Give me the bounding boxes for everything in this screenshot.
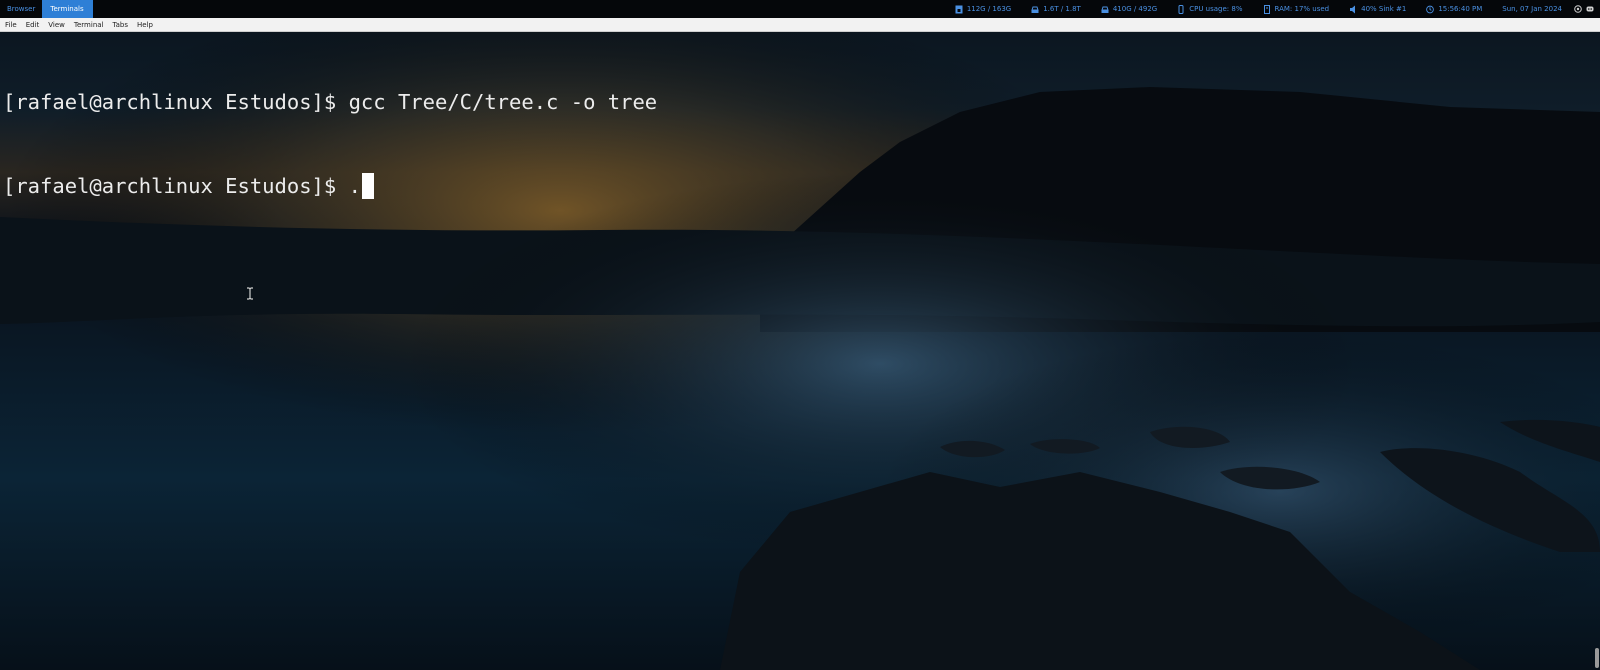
terminal-window[interactable]: [rafael@archlinux Estudos]$ gcc Tree/C/t…	[0, 32, 1600, 670]
disk-home-status: 112G / 163G	[955, 5, 1011, 14]
date-status: Sun, 07 Jan 2024	[1502, 5, 1562, 13]
terminal-scrollbar[interactable]	[1592, 32, 1600, 670]
terminal-line-prompt: [rafael@archlinux Estudos]$ .	[3, 172, 657, 200]
network-tray-icon[interactable]	[1574, 5, 1582, 13]
screen: Browser Terminals 112G / 163G 1.6T / 1.8…	[0, 0, 1600, 670]
menu-help[interactable]: Help	[132, 21, 157, 29]
terminal-output[interactable]: [rafael@archlinux Estudos]$ gcc Tree/C/t…	[3, 32, 657, 256]
terminal-line: [rafael@archlinux Estudos]$ gcc Tree/C/t…	[3, 90, 658, 114]
status-area: 112G / 163G 1.6T / 1.8T 410G / 492G CPU …	[935, 0, 1600, 18]
terminal-line: [rafael@archlinux Estudos]$ .	[3, 174, 361, 198]
home-disk-icon	[955, 5, 963, 14]
tab-browser[interactable]: Browser	[0, 0, 42, 18]
cpu-status: CPU usage: 8%	[1177, 4, 1243, 14]
clock-icon	[1426, 5, 1435, 14]
tab-terminals[interactable]: Terminals	[42, 0, 93, 18]
drive-icon	[1031, 5, 1039, 14]
disk-home-text: 112G / 163G	[966, 5, 1012, 13]
menu-terminal[interactable]: Terminal	[69, 21, 108, 29]
workspace-tabs: Browser Terminals	[0, 0, 93, 18]
terminal-menubar: File Edit View Terminal Tabs Help	[0, 18, 1600, 32]
discord-tray-icon[interactable]	[1586, 5, 1594, 13]
ram-text: RAM: 17% used	[1274, 5, 1330, 13]
disk-2-status: 1.6T / 1.8T	[1031, 5, 1081, 14]
ram-status: RAM: 17% used	[1263, 4, 1330, 14]
top-panel: Browser Terminals 112G / 163G 1.6T / 1.8…	[0, 0, 1600, 18]
scrollbar-thumb[interactable]	[1595, 648, 1599, 668]
disk-2-text: 1.6T / 1.8T	[1043, 5, 1081, 13]
memory-icon	[1263, 4, 1271, 14]
drive-icon	[1101, 5, 1109, 14]
text-cursor	[361, 173, 374, 199]
ibeam-cursor-icon	[246, 285, 254, 300]
menu-file[interactable]: File	[0, 21, 21, 29]
cpu-text: CPU usage: 8%	[1189, 5, 1243, 13]
menu-view[interactable]: View	[43, 21, 69, 29]
clock-text: 15:56:40 PM	[1438, 5, 1483, 13]
system-tray	[1574, 5, 1594, 13]
disk-3-status: 410G / 492G	[1101, 5, 1157, 14]
menu-tabs[interactable]: Tabs	[108, 21, 133, 29]
volume-icon	[1349, 5, 1357, 14]
menu-edit[interactable]: Edit	[21, 21, 44, 29]
disk-3-text: 410G / 492G	[1112, 5, 1158, 13]
cpu-icon	[1177, 4, 1185, 14]
date-text: Sun, 07 Jan 2024	[1502, 5, 1562, 13]
clock-status: 15:56:40 PM	[1426, 5, 1482, 14]
volume-text: 40% Sink #1	[1361, 5, 1407, 13]
volume-status[interactable]: 40% Sink #1	[1349, 5, 1406, 14]
